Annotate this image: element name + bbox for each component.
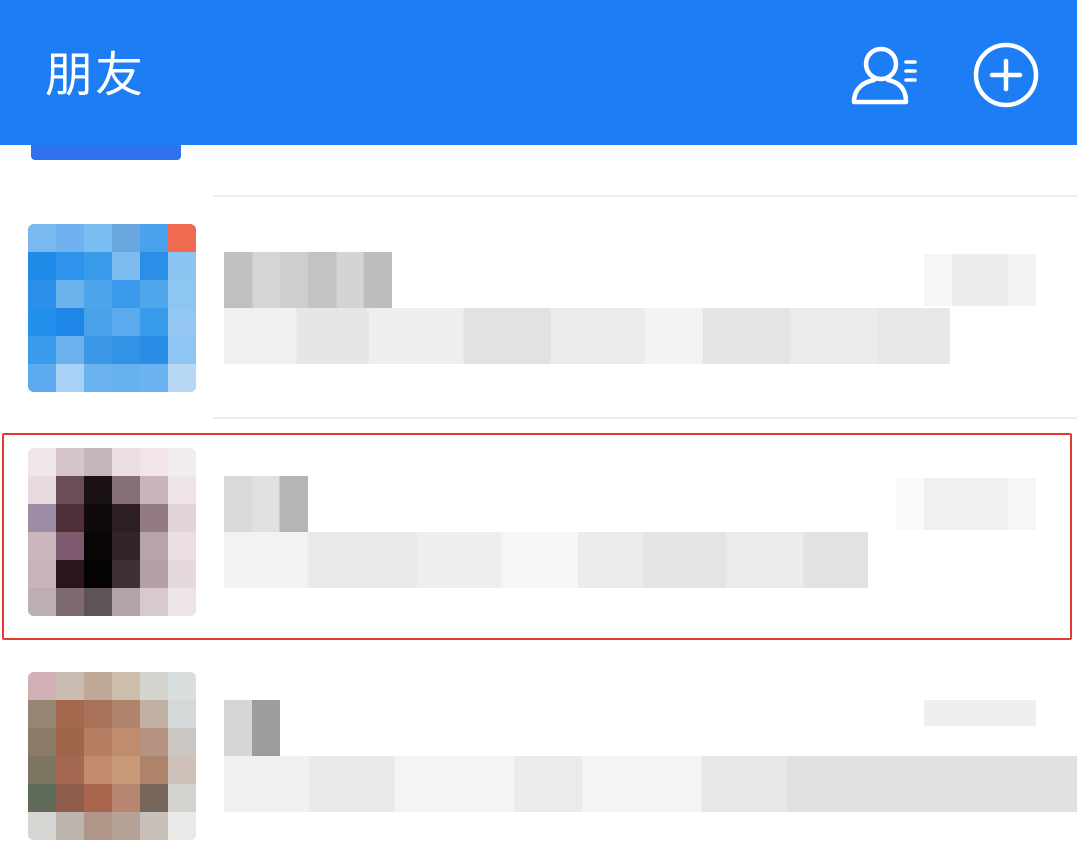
avatar bbox=[28, 224, 196, 392]
row-divider bbox=[213, 195, 1077, 197]
add-button[interactable] bbox=[970, 40, 1042, 110]
message-preview-blurred bbox=[224, 308, 950, 364]
contact-name-blurred bbox=[224, 700, 280, 756]
avatar bbox=[28, 672, 196, 840]
avatar-image bbox=[28, 448, 196, 616]
plus-circle-icon bbox=[973, 42, 1039, 108]
timestamp-blurred bbox=[924, 700, 1036, 726]
message-preview-blurred bbox=[224, 532, 868, 588]
row-divider bbox=[213, 417, 1077, 419]
avatar-image bbox=[28, 672, 196, 840]
top-bar: 朋友 bbox=[0, 0, 1077, 145]
contacts-icon bbox=[851, 46, 917, 105]
timestamp-blurred bbox=[924, 254, 1036, 306]
page-title: 朋友 bbox=[45, 47, 146, 103]
avatar-image bbox=[28, 224, 196, 392]
list-item[interactable] bbox=[0, 420, 1077, 640]
avatar bbox=[28, 448, 196, 616]
message-preview-blurred bbox=[224, 756, 1077, 812]
list-item[interactable] bbox=[0, 198, 1077, 417]
contacts-button[interactable] bbox=[848, 40, 920, 110]
contact-name-blurred bbox=[224, 476, 308, 532]
timestamp-blurred bbox=[896, 478, 1036, 530]
contact-name-blurred bbox=[224, 252, 392, 308]
tab-indicator bbox=[31, 145, 181, 160]
list-item[interactable] bbox=[0, 642, 1077, 855]
